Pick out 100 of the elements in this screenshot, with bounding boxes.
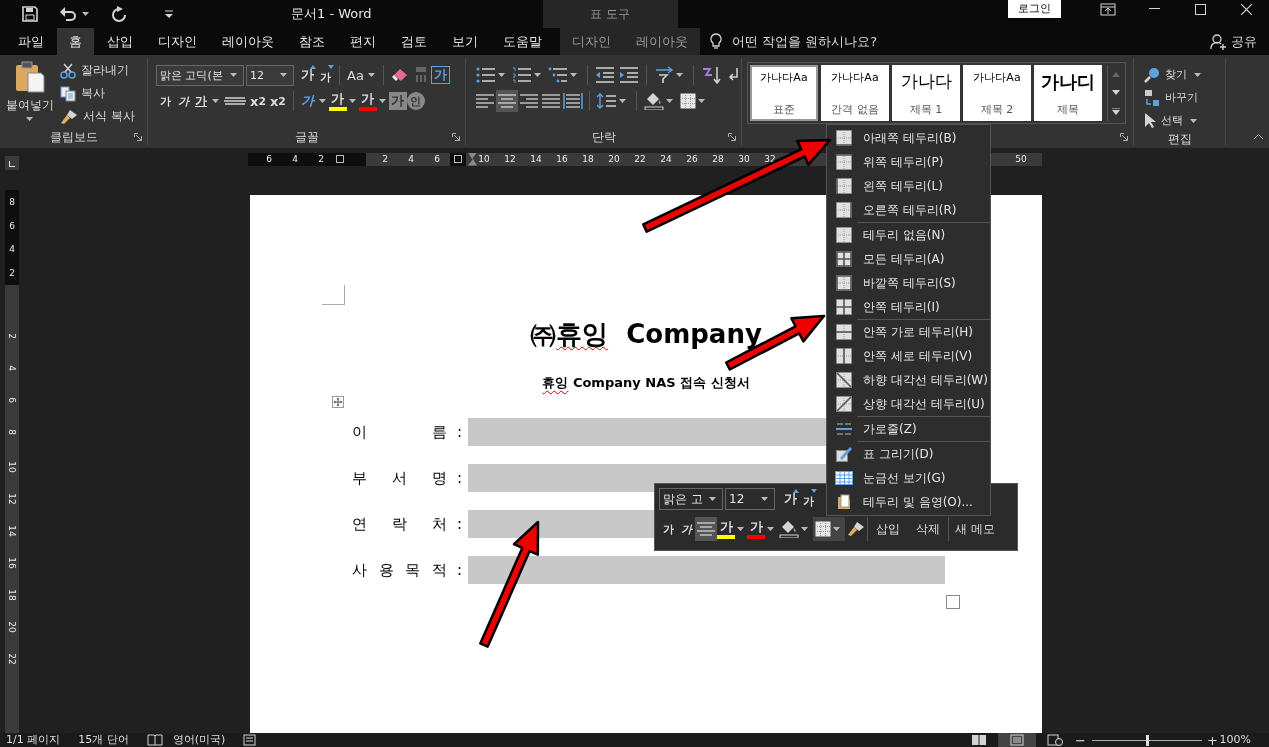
slider-thumb[interactable] [1145,734,1149,746]
ribbon-tab[interactable]: 도움말 [491,28,554,55]
menu-item[interactable]: 가로줄(Z) [827,417,990,441]
ribbon-tab[interactable]: 홈 [57,28,94,55]
ribbon-tab[interactable]: 레이아웃 [629,28,694,55]
align-center-button[interactable] [695,517,717,541]
replace-button[interactable]: 바꾸기 [1144,87,1225,108]
italic-button[interactable]: 가 [174,90,192,112]
caret-icon [348,99,356,103]
delete-button[interactable]: 삭제 [908,517,948,541]
caret-icon [570,73,577,77]
align-distributed-button[interactable] [562,90,584,112]
font-name-field[interactable]: 맑은 고딕(본 [156,64,244,86]
style-gallery-item[interactable]: 가나다 제목 1 [892,65,960,121]
increase-indent-icon [619,67,639,83]
menu-item[interactable]: 안쪽 테두리(I) [827,295,990,319]
align-center-button[interactable] [496,90,518,112]
italic-button[interactable]: 가 [677,518,695,540]
font-name-field[interactable]: 맑은 고 [659,488,723,510]
bold-button[interactable]: 가 [156,90,174,112]
border-icon [836,202,852,218]
sign-in-button[interactable]: 로그인 [1008,0,1061,18]
menu-item[interactable]: 오른쪽 테두리(R) [827,198,990,222]
menu-item[interactable]: 눈금선 보기(G) [827,466,990,490]
indent-marker[interactable] [468,152,477,166]
ribbon-tab[interactable]: 디자인 [566,28,618,55]
menu-item[interactable]: 테두리 없음(N) [827,223,990,247]
format-painter-button[interactable]: 서식 복사 [60,106,135,127]
highlight-button[interactable]: 가 [717,519,735,539]
share-button[interactable]: 공유 [1231,32,1257,51]
font-size-field[interactable]: 12 [725,488,775,510]
ruler-number: 14 [529,154,543,164]
bold-button[interactable]: 가 [659,518,677,540]
menu-item[interactable]: 위쪽 테두리(P) [827,150,990,174]
menu-item[interactable]: 모든 테두리(A) [827,247,990,271]
style-gallery-item[interactable]: 가나디 제목 [1034,65,1102,121]
copy-button[interactable]: 복사 [60,83,135,104]
font-color-button[interactable]: 가 [358,91,377,111]
ribbon-tab[interactable]: 편지 [338,28,388,55]
menu-item[interactable]: 바깥쪽 테두리(S) [827,271,990,295]
font-size-field[interactable]: 12 [246,64,294,86]
ribbon-tab[interactable]: 보기 [440,28,490,55]
more-styles-icon [1111,107,1120,115]
text-effects-button[interactable]: 가 [298,90,317,112]
pointer-icon [1144,112,1156,129]
menu-item[interactable]: 상향 대각선 테두리(U) [827,392,990,416]
character-border-button[interactable]: 가 [430,66,450,84]
ruler-number: 2 [317,154,325,164]
grow-font-button[interactable]: 가 [298,64,316,86]
font-color-button[interactable]: 가 [747,519,765,539]
caret-icon [230,73,237,77]
input-field[interactable] [468,556,945,584]
zoom-percent[interactable]: 100% [1219,733,1251,747]
select-button[interactable]: 선택 [1144,110,1225,131]
character-shading-button[interactable]: 가 [388,92,407,110]
shrink-font-button[interactable]: 가 [316,64,334,86]
dialog-launcher-icon [452,133,460,141]
zoom-in-button[interactable]: + [1205,732,1220,747]
border-icon [836,154,852,170]
style-gallery-item[interactable]: 가나다Aa 간격 없음 [821,65,889,121]
ribbon-tab[interactable]: 검토 [389,28,439,55]
shrink-font-button[interactable]: 가 [799,488,817,510]
redo-icon [111,6,127,22]
ribbon-tab[interactable]: 레이아웃 [210,28,286,55]
dialog-launcher-icon [728,133,736,141]
menu-item[interactable]: 안쪽 가로 테두리(H) [827,320,990,344]
menu-item[interactable]: 테두리 및 음영(O)... [827,490,990,514]
ribbon-tab[interactable]: 삽입 [95,28,145,55]
style-gallery-item[interactable]: 가나다Aa 표준 [750,65,818,121]
menu-item[interactable]: 아래쪽 테두리(B) [827,126,990,150]
table-resize-handle[interactable] [946,595,960,609]
style-gallery-item[interactable]: 가나다Aa 제목 2 [963,65,1031,121]
menu-item[interactable]: 하향 대각선 테두리(W) [827,368,990,392]
new-comment-button[interactable]: 새 메모 [948,517,1001,541]
cut-button[interactable]: 잘라내기 [60,60,135,81]
underline-button[interactable]: 가 [192,90,210,112]
ruler-number: 20 [607,154,621,164]
ribbon-tab[interactable]: 참조 [287,28,337,55]
change-case-button[interactable]: Aa [345,64,366,86]
menu-item[interactable]: 안쪽 세로 테두리(V) [827,344,990,368]
ruler-number: 8 [9,196,15,207]
tell-me-search[interactable]: 어떤 작업을 원하시나요? [732,32,878,51]
ruler-number: 18 [6,589,18,601]
group-label: 단락 [591,130,616,144]
find-button[interactable]: 찾기 [1144,64,1225,85]
ruler-number: 10 [6,461,18,473]
colon: : [455,561,462,579]
menu-item[interactable]: 왼쪽 테두리(L) [827,174,990,198]
line-spacing-icon [597,93,617,109]
zoom-out-button[interactable]: − [1073,732,1088,747]
highlight-button[interactable]: 가 [328,91,347,111]
tab-selector[interactable] [5,156,19,170]
ribbon-tab[interactable]: 디자인 [146,28,209,55]
insert-button[interactable]: 삽입 [867,517,908,541]
language[interactable]: 영어(미국) [172,733,226,747]
style-preview: 가나다Aa [973,70,1021,85]
menu-item[interactable]: 표 그리기(D) [827,442,990,466]
paste-button[interactable]: 붙여넣기 [0,58,60,129]
grow-font-button[interactable]: 가 [781,488,799,510]
ribbon-tab[interactable]: 파일 [6,28,56,55]
